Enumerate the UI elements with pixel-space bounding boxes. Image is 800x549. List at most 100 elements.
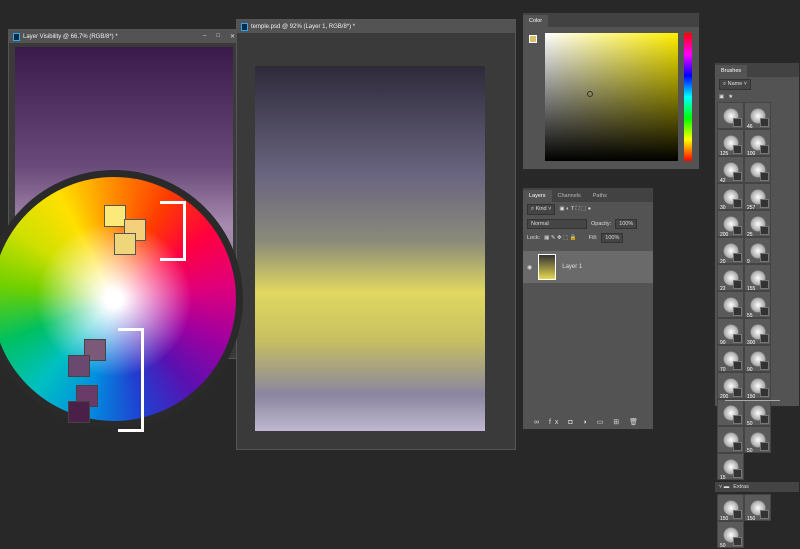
layers-panel: Layers Channels Paths ⌕ Kind ˅ ▣ ◐ T ⛶ ⬚ ● …: [522, 187, 654, 430]
ps-file-icon: [241, 22, 248, 31]
brush-icon: [760, 307, 769, 316]
brush-preset[interactable]: 90: [717, 318, 744, 346]
brush-preset[interactable]: 15: [717, 453, 744, 481]
brush-icon: [760, 118, 769, 127]
brush-grid: 46 125 100 42 30 257 200 25 20 9 22 155 55 90 300 70 90 2…: [715, 102, 799, 481]
swatch-purple: [68, 401, 90, 423]
color-field[interactable]: [545, 33, 678, 161]
lock-icons[interactable]: ▦ ✎ ✥ ⬚ 🔒: [544, 235, 577, 241]
eye-icon[interactable]: ◉: [527, 264, 532, 271]
layer-row[interactable]: ◉ Layer 1: [523, 251, 653, 283]
brush-preset[interactable]: 25: [744, 210, 771, 238]
blend-mode-select[interactable]: Normal: [527, 219, 587, 229]
brush-icon: [733, 253, 742, 262]
tab-brushes[interactable]: Brushes: [715, 65, 748, 77]
brush-preset[interactable]: 200: [717, 210, 744, 238]
swatch-yellow: [104, 205, 126, 227]
brush-icon: [733, 145, 742, 154]
brush-preset[interactable]: 150: [744, 494, 771, 522]
brush-preset[interactable]: [717, 102, 744, 129]
brush-preset[interactable]: 30: [717, 183, 744, 211]
filter-label: Kind: [535, 206, 547, 212]
brush-preset[interactable]: 22: [717, 264, 744, 292]
brush-icon: [733, 415, 742, 424]
size-slider[interactable]: [725, 400, 780, 401]
brush-icon: [733, 469, 742, 478]
brush-icon: [733, 388, 742, 397]
brush-preset[interactable]: 42: [717, 156, 744, 184]
minimize-button[interactable]: –: [203, 33, 206, 40]
opacity-input[interactable]: 100%: [615, 219, 638, 229]
brush-icon: [733, 118, 742, 127]
brush-icon: [733, 307, 742, 316]
brush-preset[interactable]: 50: [717, 521, 744, 549]
brush-icon: [733, 510, 742, 519]
brush-icon: [760, 199, 769, 208]
new-folder-icon[interactable]: ▣: [719, 94, 724, 100]
brushes-panel: Brushes ⌕ Name ˅ ▣ ★ 46 125 100 42 30 257 200 25…: [714, 62, 800, 549]
ps-file-icon: [13, 32, 20, 41]
extras-group[interactable]: ˅ ▬ Extras: [715, 482, 799, 492]
foreground-color-swatch[interactable]: [529, 35, 537, 43]
brush-icon: [733, 334, 742, 343]
temple-window[interactable]: temple.psd @ 92% (Layer 1, RGB/8*) *: [236, 19, 516, 450]
brush-preset[interactable]: 20: [717, 237, 744, 265]
brush-icon: [760, 510, 769, 519]
tab-channels[interactable]: Channels: [552, 190, 587, 202]
title-bar[interactable]: Layer Visibility @ 66.7% (RGB/8*) * – □ ✕: [9, 30, 239, 43]
brush-preset[interactable]: 150: [744, 372, 771, 400]
color-picker-cursor[interactable]: [587, 91, 593, 97]
brush-preset[interactable]: 200: [717, 372, 744, 400]
brush-preset[interactable]: 55: [744, 291, 771, 319]
brush-preset[interactable]: [744, 156, 771, 183]
brush-icon: [760, 145, 769, 154]
brush-preset[interactable]: [717, 399, 744, 426]
brush-preset[interactable]: [717, 291, 744, 318]
brush-preset[interactable]: 155: [744, 264, 771, 292]
filter-icons[interactable]: ▣ ◐ T ⛶ ⬚ ●: [559, 206, 591, 213]
layer-name[interactable]: Layer 1: [562, 264, 582, 270]
fill-input[interactable]: 100%: [601, 233, 624, 243]
brush-icon: [760, 361, 769, 370]
brush-preset[interactable]: [717, 426, 744, 453]
tab-layers[interactable]: Layers: [523, 190, 552, 202]
brush-preset[interactable]: 300: [744, 318, 771, 346]
color-panel: Color: [522, 12, 700, 170]
layer-thumbnail: [538, 254, 557, 280]
close-button[interactable]: ✕: [230, 33, 235, 40]
brush-preset[interactable]: 46: [744, 102, 771, 130]
brush-preset[interactable]: 70: [717, 345, 744, 373]
brush-preset[interactable]: 257: [744, 183, 771, 211]
bracket: [118, 328, 144, 432]
tab-paths[interactable]: Paths: [587, 190, 613, 202]
brush-preset[interactable]: 100: [744, 129, 771, 157]
brush-preset[interactable]: 150: [717, 494, 744, 522]
brush-icon: [733, 537, 742, 546]
brush-icon: [760, 334, 769, 343]
star-icon[interactable]: ★: [728, 94, 733, 100]
brush-icon: [760, 172, 769, 181]
maximize-button[interactable]: □: [216, 33, 220, 40]
title-bar[interactable]: temple.psd @ 92% (Layer 1, RGB/8*) *: [237, 20, 515, 33]
brush-icon: [733, 361, 742, 370]
tab-color[interactable]: Color: [523, 15, 549, 27]
hue-slider[interactable]: [684, 33, 692, 161]
brush-preset[interactable]: 50: [744, 399, 771, 427]
brush-preset[interactable]: 50: [744, 426, 771, 454]
brush-icon: [733, 172, 742, 181]
brush-icon: [760, 253, 769, 262]
brush-icon: [733, 226, 742, 235]
brush-preset[interactable]: 125: [717, 129, 744, 157]
brush-preset[interactable]: 90: [744, 345, 771, 373]
search-label: Name: [727, 81, 743, 87]
swatch-yellow: [114, 233, 136, 255]
filter-kind-select[interactable]: ⌕ Kind ˅: [527, 204, 556, 215]
group-label: Extras: [733, 484, 749, 490]
brush-icon: [733, 199, 742, 208]
brush-preset[interactable]: 9: [744, 237, 771, 265]
canvas-painting[interactable]: [255, 66, 485, 431]
layers-footer[interactable]: ∞ fx ◘ ◑ ▭ ⊞ 🗑: [523, 418, 653, 426]
brush-icon: [733, 280, 742, 289]
brush-icon: [760, 280, 769, 289]
brush-search[interactable]: ⌕ Name ˅: [719, 79, 752, 90]
